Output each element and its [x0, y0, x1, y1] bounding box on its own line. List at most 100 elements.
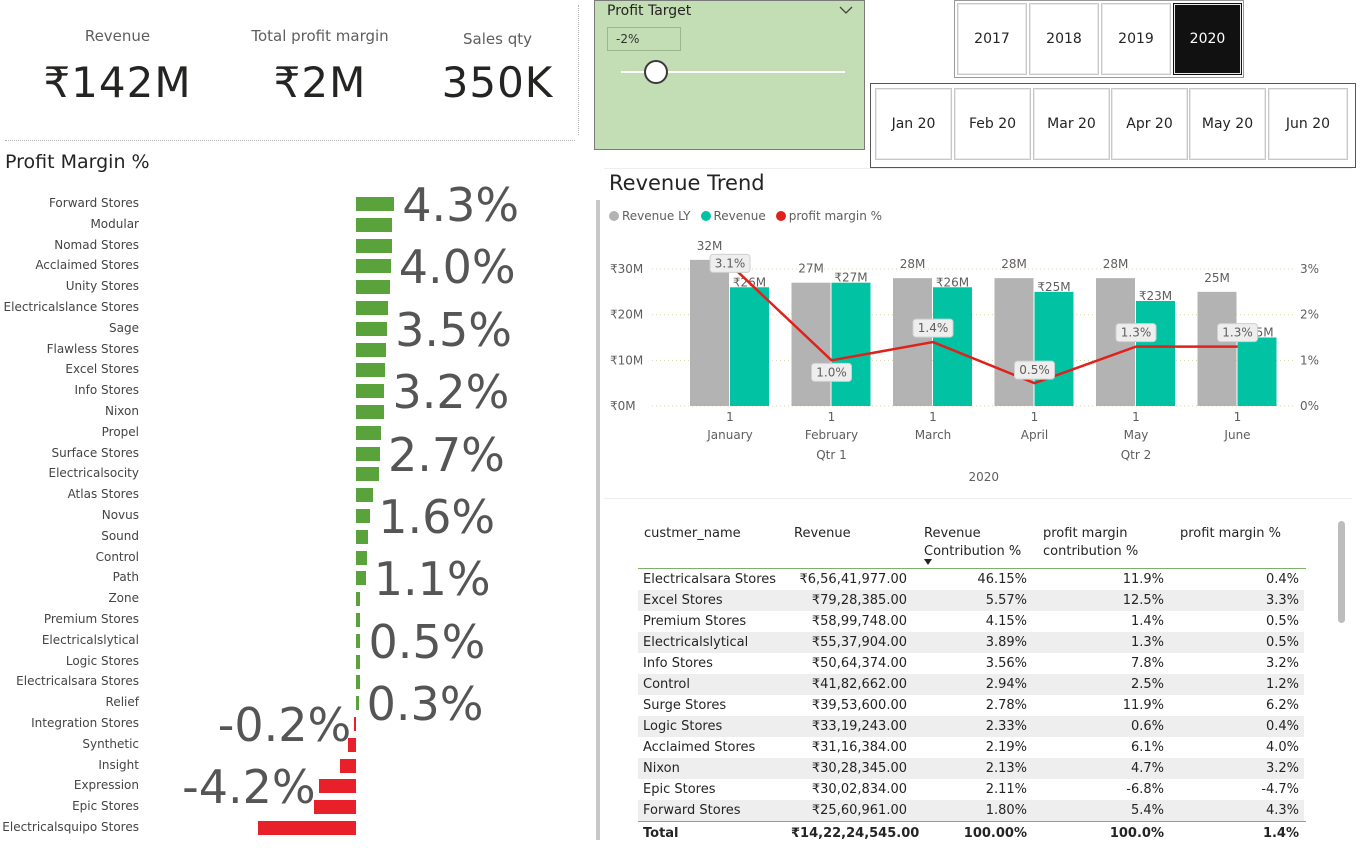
column-header-revenue-contribution[interactable]: Revenue Contribution % [924, 525, 1024, 561]
chevron-down-icon[interactable] [839, 5, 853, 15]
profit-margin-bar[interactable] [356, 197, 395, 211]
profit-margin-bar[interactable] [356, 467, 380, 482]
table-cell: 3.3% [1169, 590, 1304, 611]
table-cell: 7.8% [1032, 653, 1169, 674]
legend-item-revenue[interactable]: Revenue [700, 209, 766, 223]
table-cell: 3.56% [912, 653, 1032, 674]
year-button-2019[interactable]: 2019 [1101, 3, 1171, 75]
month-button-may[interactable]: May 20 [1189, 88, 1266, 160]
table-row[interactable]: Electricalsara Stores ₹6,56,41,977.00 46.1… [638, 569, 1304, 590]
profit-margin-bar[interactable] [356, 571, 366, 586]
profit-margin-bar[interactable] [356, 301, 389, 315]
column-header-customer[interactable]: custmer_name [644, 525, 741, 543]
store-label: Epic Stores [72, 799, 139, 814]
profit-margin-bar[interactable] [356, 280, 390, 295]
sort-desc-icon[interactable] [924, 559, 932, 565]
profit-margin-bar[interactable] [356, 696, 359, 711]
table-cell: Info Stores [638, 653, 786, 674]
profit-margin-bar[interactable] [356, 550, 367, 565]
y-axis-tick-label: ₹20M [610, 308, 643, 322]
table-cell: ₹25,60,961.00 [786, 800, 912, 821]
store-label: Forward Stores [48, 196, 139, 210]
profit-margin-bar[interactable] [339, 758, 356, 773]
profit-margin-bar[interactable] [356, 654, 360, 669]
table-cell: ₹50,64,374.00 [786, 653, 912, 674]
table-cell: 0.5% [1169, 611, 1304, 632]
month-button-jun[interactable]: Jun 20 [1268, 88, 1348, 160]
profit-target-input[interactable]: -2% [607, 27, 681, 51]
profit-margin-bar[interactable] [356, 488, 373, 503]
profit-margin-bar[interactable] [356, 238, 392, 253]
revenue-ly-bar[interactable] [994, 278, 1034, 406]
profit-margin-bar[interactable] [318, 779, 356, 794]
table-scrollbar[interactable] [1338, 521, 1345, 623]
column-header-profit-margin[interactable]: profit margin % [1180, 525, 1281, 543]
total-cell: Total [643, 826, 679, 841]
legend-item-profit-margin[interactable]: profit margin % [775, 209, 882, 223]
table-row[interactable]: Electricalslytical ₹55,37,904.00 3.89% 1.3%… [638, 632, 1304, 653]
table-cell: 1.3% [1032, 632, 1169, 653]
revenue-ly-bar[interactable] [791, 282, 831, 406]
table-row[interactable]: Nixon ₹30,28,345.00 2.13% 4.7% 3.2% [638, 758, 1304, 779]
revenue-bar[interactable] [1034, 291, 1074, 406]
revenue-ly-bar[interactable] [690, 259, 729, 406]
profit-margin-bar[interactable] [356, 405, 385, 419]
year-button-2020[interactable]: 2020 [1173, 3, 1242, 75]
scrollbar[interactable] [596, 200, 601, 840]
legend-label: Revenue [713, 209, 766, 223]
profit-margin-bar[interactable] [356, 321, 388, 336]
slider-handle[interactable] [644, 60, 668, 84]
profit-margin-bar[interactable] [353, 717, 356, 731]
store-label: Electricalslance Stores [3, 300, 139, 314]
revenue-bar[interactable] [933, 287, 972, 406]
year-button-2018[interactable]: 2018 [1029, 3, 1099, 75]
total-cell: ₹14,22,24,545.00 [791, 826, 920, 841]
month-button-feb[interactable]: Feb 20 [954, 88, 1031, 160]
profit-margin-bar[interactable] [356, 363, 386, 378]
table-cell: 2.94% [912, 674, 1032, 695]
revenue-bar[interactable] [1136, 300, 1175, 406]
table-cell: 6.2% [1169, 695, 1304, 716]
month-button-mar[interactable]: Mar 20 [1033, 88, 1110, 160]
profit-margin-bar[interactable] [356, 446, 381, 461]
table-cell: ₹30,02,834.00 [786, 779, 912, 800]
profit-margin-bar[interactable] [258, 821, 356, 835]
revenue-bar[interactable] [730, 287, 769, 406]
profit-margin-bar[interactable] [356, 675, 360, 690]
year-button-2017[interactable]: 2017 [957, 3, 1027, 75]
profit-margin-bar[interactable] [314, 800, 356, 815]
profit-margin-bar[interactable] [356, 425, 381, 440]
table-row[interactable]: Logic Stores ₹33,19,243.00 2.33% 0.6% 0.4% [638, 716, 1304, 737]
revenue-ly-bar[interactable] [1197, 291, 1237, 406]
table-row[interactable]: Excel Stores ₹79,28,385.00 5.57% 12.5% 3.3% [638, 590, 1304, 611]
table-cell: 5.4% [1032, 800, 1169, 821]
table-row[interactable]: Info Stores ₹50,64,374.00 3.56% 7.8% 3.2% [638, 653, 1304, 674]
month-button-jan[interactable]: Jan 20 [875, 88, 952, 160]
profit-margin-bar[interactable] [356, 592, 361, 607]
store-label: Novus [101, 508, 139, 522]
table-row[interactable]: Epic Stores ₹30,02,834.00 2.11% -6.8% -4.7% [638, 779, 1304, 800]
profit-margin-bar[interactable] [356, 529, 368, 544]
table-cell: Electricalslytical [638, 632, 786, 653]
table-row[interactable]: Acclaimed Stores ₹31,16,384.00 2.19% 6.1% 4.… [638, 737, 1304, 758]
month-button-apr[interactable]: Apr 20 [1111, 88, 1188, 160]
profit-margin-bar[interactable] [356, 384, 385, 399]
column-header-revenue[interactable]: Revenue [794, 525, 851, 543]
profit-margin-bar[interactable] [356, 633, 361, 648]
profit-margin-bar[interactable] [356, 259, 391, 274]
table-row[interactable]: Forward Stores ₹25,60,961.00 1.80% 5.4% 4.3% [638, 800, 1304, 821]
legend-item-revenue-ly[interactable]: Revenue LY [609, 209, 691, 223]
profit-margin-bar[interactable] [356, 613, 361, 627]
table-row[interactable]: Premium Stores ₹58,99,748.00 4.15% 1.4% 0.5% [638, 611, 1304, 632]
profit-margin-data-label: 0.5% [1019, 363, 1050, 377]
table-row[interactable]: Surge Stores ₹39,53,600.00 2.78% 11.9% 6.2% [638, 695, 1304, 716]
y2-axis-tick-label: 2% [1300, 308, 1319, 322]
profit-margin-bar[interactable] [356, 509, 371, 523]
table-row[interactable]: Control ₹41,82,662.00 2.94% 2.5% 1.2% [638, 674, 1304, 695]
revenue-bar[interactable] [1237, 337, 1277, 407]
column-header-profit-contribution[interactable]: profit margin contribution % [1043, 525, 1143, 561]
profit-margin-bar[interactable] [356, 217, 393, 232]
revenue-bar[interactable] [831, 282, 871, 406]
revenue-ly-data-label: 27M [798, 262, 824, 276]
profit-margin-bar[interactable] [356, 342, 387, 357]
